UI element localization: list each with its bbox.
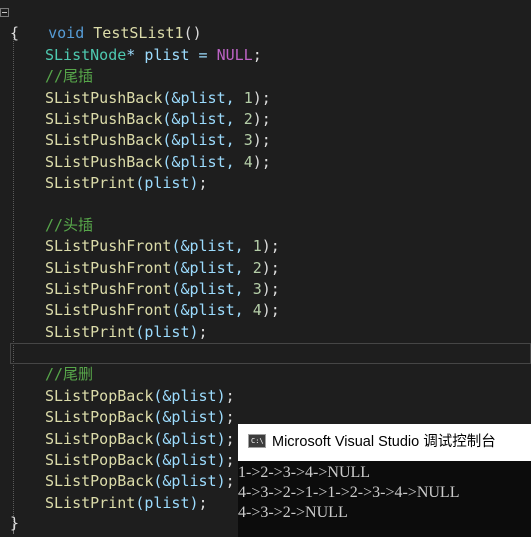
null-macro: NULL	[216, 46, 253, 64]
code-line-function-decl[interactable]: void TestSList1()	[0, 2, 202, 42]
debug-console-window[interactable]: C:\ Microsoft Visual Studio 调试控制台 1->2->…	[238, 424, 531, 537]
call-value: 1	[243, 89, 253, 107]
call-name: SListPushFront	[45, 280, 172, 298]
semicolon: ;	[225, 451, 235, 469]
keyword-void: void	[48, 24, 85, 42]
code-line-print-2[interactable]: SListPrint(plist);	[45, 322, 208, 343]
code-line-pop-back-4[interactable]: SListPopBack(&plist);	[45, 450, 235, 471]
call-value: 4	[252, 301, 262, 319]
call-arg: (&plist,	[171, 301, 253, 319]
console-output-line-1: 1->2->3->4->NULL	[238, 464, 371, 481]
code-line-open-brace[interactable]: {	[10, 23, 19, 44]
call-value: 1	[252, 237, 262, 255]
call-name: SListPushBack	[45, 110, 163, 128]
semicolon: ;	[252, 46, 262, 64]
code-line-declaration[interactable]: SListNode* plist = NULL;	[45, 45, 262, 66]
call-arg: (&plist)	[153, 408, 226, 426]
call-close: );	[261, 237, 280, 255]
call-arg: (plist)	[135, 323, 199, 341]
call-name: SListPushFront	[45, 259, 172, 277]
indent-guide	[13, 34, 14, 524]
comment-head-insert[interactable]: //头插	[45, 215, 93, 236]
call-close: );	[261, 280, 280, 298]
call-arg: (&plist)	[153, 472, 226, 490]
call-close: );	[252, 131, 271, 149]
console-title-bar[interactable]: C:\ Microsoft Visual Studio 调试控制台	[238, 424, 531, 461]
function-parens: ()	[183, 24, 202, 42]
call-arg: (&plist)	[153, 387, 226, 405]
call-value: 2	[243, 110, 253, 128]
code-line-pop-back-2[interactable]: SListPopBack(&plist);	[45, 407, 235, 428]
code-line-push-back-2[interactable]: SListPushBack(&plist, 2);	[45, 109, 271, 130]
call-arg: (&plist)	[153, 451, 226, 469]
close-brace: }	[10, 514, 20, 532]
code-line-pop-back-5[interactable]: SListPopBack(&plist);	[45, 471, 235, 492]
call-name: SListPushFront	[45, 301, 172, 319]
call-arg: (&plist,	[171, 237, 253, 255]
call-name: SListPopBack	[45, 408, 154, 426]
code-line-push-front-1[interactable]: SListPushFront(&plist, 1);	[45, 236, 280, 257]
call-name: SListPopBack	[45, 451, 154, 469]
semicolon: ;	[225, 387, 235, 405]
call-name: SListPushBack	[45, 153, 163, 171]
semicolon: ;	[225, 472, 235, 490]
call-name: SListPushBack	[45, 89, 163, 107]
call-name: SListPopBack	[45, 472, 154, 490]
call-arg: (&plist)	[153, 430, 226, 448]
code-line-push-front-4[interactable]: SListPushFront(&plist, 4);	[45, 300, 280, 321]
call-arg: (&plist,	[171, 259, 253, 277]
call-close: );	[252, 89, 271, 107]
semicolon: ;	[198, 323, 208, 341]
semicolon: ;	[198, 494, 208, 512]
call-close: );	[252, 110, 271, 128]
call-value: 3	[252, 280, 262, 298]
comment-tail-delete[interactable]: //尾删	[45, 364, 93, 385]
code-line-push-front-2[interactable]: SListPushFront(&plist, 2);	[45, 258, 280, 279]
call-arg: (&plist,	[162, 89, 244, 107]
code-line-pop-back-1[interactable]: SListPopBack(&plist);	[45, 386, 235, 407]
code-line-push-back-4[interactable]: SListPushBack(&plist, 4);	[45, 152, 271, 173]
comment-tail-insert[interactable]: //尾插	[45, 66, 93, 87]
call-name: SListPushFront	[45, 237, 172, 255]
call-arg: (&plist,	[162, 153, 244, 171]
code-line-pop-back-3[interactable]: SListPopBack(&plist);	[45, 429, 235, 450]
call-arg: (&plist,	[171, 280, 253, 298]
semicolon: ;	[225, 430, 235, 448]
code-line-print-1[interactable]: SListPrint(plist);	[45, 173, 208, 194]
current-line-highlight	[10, 343, 531, 364]
code-line-push-back-3[interactable]: SListPushBack(&plist, 3);	[45, 130, 271, 151]
open-brace: {	[10, 24, 20, 42]
console-output-line-3: 4->3->2->NULL	[238, 504, 348, 521]
call-value: 3	[243, 131, 253, 149]
code-line-print-3[interactable]: SListPrint(plist);	[45, 493, 208, 514]
type-name: SListNode	[45, 46, 127, 64]
call-name: SListPrint	[45, 323, 136, 341]
console-output-line-2: 4->3->2->1->1->2->3->4->NULL	[238, 484, 460, 501]
call-name: SListPrint	[45, 494, 136, 512]
call-arg: (&plist,	[162, 110, 244, 128]
code-line-close-brace[interactable]: }	[10, 513, 19, 534]
call-arg: (&plist,	[162, 131, 244, 149]
call-name: SListPrint	[45, 174, 136, 192]
call-name: SListPopBack	[45, 430, 154, 448]
call-value: 4	[243, 153, 253, 171]
call-value: 2	[252, 259, 262, 277]
semicolon: ;	[198, 174, 208, 192]
call-close: );	[261, 301, 280, 319]
call-name: SListPushBack	[45, 131, 163, 149]
collapse-icon[interactable]	[0, 8, 9, 17]
code-line-push-back-1[interactable]: SListPushBack(&plist, 1);	[45, 88, 271, 109]
call-arg: (plist)	[135, 174, 199, 192]
function-name: TestSList1	[93, 24, 184, 42]
console-app-icon: C:\	[248, 434, 266, 448]
console-title: Microsoft Visual Studio 调试控制台	[272, 434, 496, 450]
call-name: SListPopBack	[45, 387, 154, 405]
call-close: );	[252, 153, 271, 171]
code-line-push-front-3[interactable]: SListPushFront(&plist, 3);	[45, 279, 280, 300]
semicolon: ;	[225, 408, 235, 426]
call-arg: (plist)	[135, 494, 199, 512]
declaration-rest: * plist =	[126, 46, 217, 64]
console-icon-label: C:\	[251, 437, 264, 445]
call-close: );	[261, 259, 280, 277]
